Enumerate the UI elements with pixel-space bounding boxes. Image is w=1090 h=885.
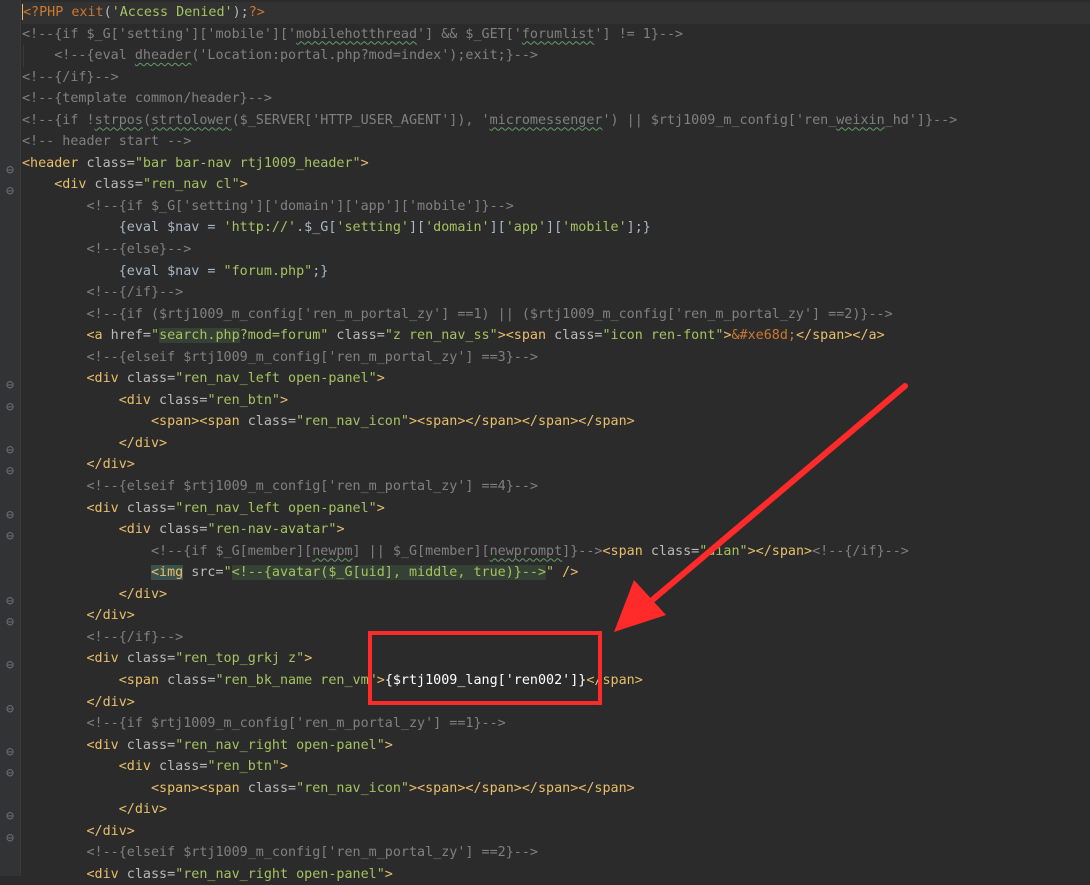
code-area[interactable]: <?PHP exit('Access Denied');?> <!--{if $… <box>6 2 1090 885</box>
code-line-32[interactable]: <span class="ren_bk_name ren_vm">{$rtj10… <box>22 670 1090 692</box>
code-line-2[interactable]: <!--{if $_G['setting']['mobile']['mobile… <box>22 24 1090 46</box>
code-line-40[interactable]: <!--{elseif $rtj1009_m_config['ren_m_por… <box>22 842 1090 864</box>
fold-icon[interactable]: ⊖ <box>6 699 15 717</box>
code-line-7[interactable]: <!-- header start --> <box>22 131 1090 153</box>
highlighted-lang-variable: {$rtj1009_lang['ren002']} <box>384 672 587 688</box>
code-line-10[interactable]: <!--{if $_G['setting']['domain']['app'][… <box>22 196 1090 218</box>
code-line-23[interactable]: <!--{elseif $rtj1009_m_config['ren_m_por… <box>22 476 1090 498</box>
code-line-4[interactable]: <!--{/if}--> <box>22 67 1090 89</box>
code-line-17[interactable]: <!--{elseif $rtj1009_m_config['ren_m_por… <box>22 347 1090 369</box>
code-line-37[interactable]: <span><span class="ren_nav_icon"><span><… <box>22 778 1090 800</box>
code-line-8[interactable]: ⊖<header class="bar bar-nav rtj1009_head… <box>6 153 1090 178</box>
code-token: exit <box>71 5 104 20</box>
fold-icon[interactable]: ⊖ <box>6 763 15 781</box>
fold-icon[interactable]: ⊖ <box>6 612 15 630</box>
fold-icon[interactable]: ⊖ <box>6 440 15 458</box>
code-token: <?PHP <box>23 5 64 20</box>
fold-icon[interactable]: ⊖ <box>6 160 15 178</box>
code-line-20[interactable]: <span><span class="ren_nav_icon"><span><… <box>22 411 1090 433</box>
fold-icon[interactable]: ⊖ <box>6 375 15 393</box>
code-line-25[interactable]: ⊖ <div class="ren-nav-avatar"> <box>6 519 1090 544</box>
code-line-18[interactable]: ⊖ <div class="ren_nav_left open-panel"> <box>6 368 1090 393</box>
fold-icon[interactable]: ⊖ <box>6 505 15 523</box>
code-line-35[interactable]: ⊖ <div class="ren_nav_right open-panel"> <box>6 735 1090 760</box>
code-line-28[interactable]: ⊖ </div> <box>6 584 1090 609</box>
code-line-27[interactable]: <img src="<!--{avatar($_G[uid], middle, … <box>22 562 1090 584</box>
fold-icon[interactable]: ⊖ <box>6 655 15 673</box>
code-line-1[interactable]: <?PHP exit('Access Denied');?> <box>22 2 1090 24</box>
code-line-26[interactable]: <!--{if $_G[member][newpm] || $_G[member… <box>22 541 1090 563</box>
code-line-9[interactable]: ⊖ <div class="ren_nav cl"> <box>6 174 1090 199</box>
code-editor[interactable]: <?PHP exit('Access Denied');?> <!--{if $… <box>0 0 1090 882</box>
fold-icon[interactable]: ⊖ <box>6 806 15 824</box>
code-line-39[interactable]: ⊖ </div> <box>6 821 1090 846</box>
code-line-29[interactable]: ⊖ </div> <box>6 605 1090 630</box>
code-line-31[interactable]: ⊖ <div class="ren_top_grkj z"> <box>6 648 1090 673</box>
fold-icon[interactable]: ⊖ <box>6 742 15 760</box>
fold-icon[interactable]: ⊖ <box>6 526 15 544</box>
code-line-36[interactable]: ⊖ <div class="ren_btn"> <box>6 756 1090 781</box>
code-line-5[interactable]: <!--{template common/header}--> <box>22 88 1090 110</box>
code-line-6[interactable]: <!--{if !strpos(strtolower($_SERVER['HTT… <box>22 110 1090 132</box>
fold-icon[interactable]: ⊖ <box>6 181 15 199</box>
code-line-13[interactable]: {eval $nav = "forum.php";} <box>22 261 1090 283</box>
code-line-3[interactable]: <!--{eval dheader('Location:portal.php?m… <box>22 45 1090 67</box>
fold-icon[interactable]: ⊖ <box>6 397 15 415</box>
code-line-34[interactable]: <!--{if $rtj1009_m_config['ren_m_portal_… <box>22 713 1090 735</box>
code-line-11[interactable]: {eval $nav = 'http://'.$_G['setting']['d… <box>22 217 1090 239</box>
code-line-22[interactable]: ⊖ </div> <box>6 454 1090 479</box>
code-line-38[interactable]: ⊖ </div> <box>6 799 1090 824</box>
fold-icon[interactable]: ⊖ <box>6 461 15 479</box>
code-line-14[interactable]: <!--{/if}--> <box>22 282 1090 304</box>
code-line-16[interactable]: <a href="search.php?mod=forum" class="z … <box>22 325 1090 347</box>
code-line-21[interactable]: ⊖ </div> <box>6 433 1090 458</box>
fold-icon[interactable]: ⊖ <box>6 591 15 609</box>
code-line-15[interactable]: <!--{if ($rtj1009_m_config['ren_m_portal… <box>22 304 1090 326</box>
code-line-19[interactable]: ⊖ <div class="ren_btn"> <box>6 390 1090 415</box>
fold-icon[interactable]: ⊖ <box>6 828 15 846</box>
code-line-12[interactable]: <!--{else}--> <box>22 239 1090 261</box>
code-line-33[interactable]: ⊖ </div> <box>6 692 1090 717</box>
code-line-24[interactable]: ⊖ <div class="ren_nav_left open-panel"> <box>6 498 1090 523</box>
code-line-41[interactable]: <div class="ren_nav_right open-panel"> <box>22 864 1090 885</box>
code-line-30[interactable]: <!--{/if}--> <box>22 627 1090 649</box>
